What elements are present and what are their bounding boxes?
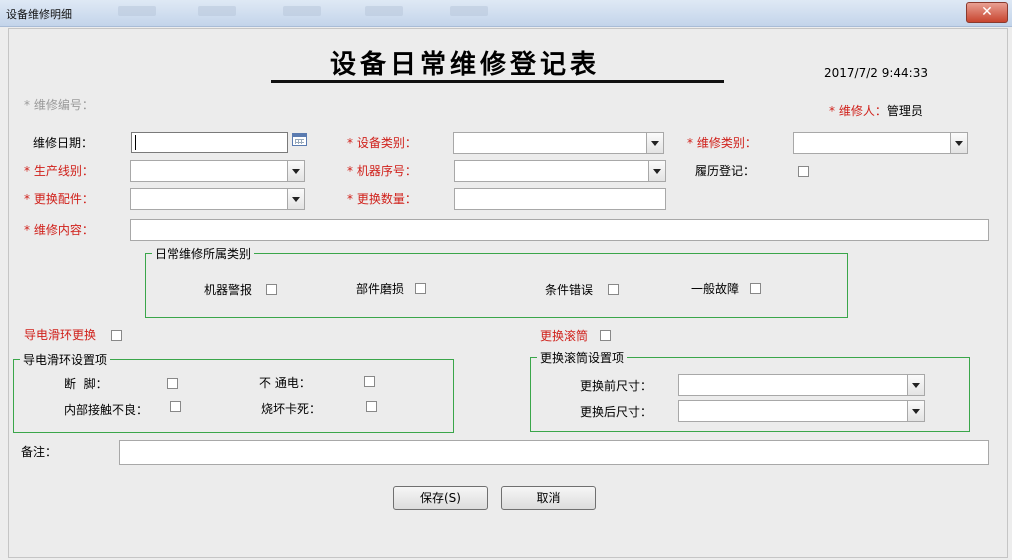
content-label: * 维修内容： — [24, 223, 94, 237]
toolbar-ghost — [198, 6, 236, 16]
repair-date-input[interactable] — [131, 132, 288, 153]
slip-ring-group: 导电滑环设置项 — [13, 351, 454, 433]
chevron-down-icon[interactable] — [950, 133, 967, 153]
roller-toggle-label: 更换滚筒 — [540, 329, 589, 343]
cancel-button[interactable]: 取消 — [501, 486, 596, 510]
calendar-icon[interactable] — [292, 133, 307, 146]
chevron-down-icon[interactable] — [648, 161, 665, 181]
burnt-stuck-checkbox[interactable] — [366, 401, 377, 412]
remark-label: 备注： — [21, 445, 58, 459]
close-icon: ✕ — [981, 4, 993, 20]
remark-input[interactable] — [119, 440, 989, 465]
daily-item-label: 一般故障 — [691, 282, 740, 296]
repair-date-label: 维修日期： — [33, 136, 94, 150]
qty-label: * 更换数量： — [347, 192, 417, 206]
slip-ring-checkbox[interactable] — [111, 330, 122, 341]
daily-item-label: 部件磨损 — [356, 282, 405, 296]
repairer-value: 管理员 — [886, 104, 923, 118]
no-power-checkbox[interactable] — [364, 376, 375, 387]
repairer-label: * 维修人： — [829, 104, 887, 118]
equip-type-label: * 设备类别： — [347, 136, 417, 150]
slip-ring-legend: 导电滑环设置项 — [20, 351, 111, 368]
size-before-select[interactable] — [678, 374, 925, 396]
history-checkbox[interactable] — [798, 166, 809, 177]
close-button[interactable]: ✕ — [966, 2, 1008, 23]
line-label: * 生产线别： — [24, 164, 94, 178]
daily-item-label: 机器警报 — [204, 283, 253, 297]
roller-checkbox[interactable] — [600, 330, 611, 341]
repairer-field: * 维修人：管理员 — [829, 102, 923, 119]
chevron-down-icon[interactable] — [907, 401, 924, 421]
toolbar-ghost — [450, 6, 488, 16]
roller-legend: 更换滚筒设置项 — [537, 349, 628, 366]
condition-error-checkbox[interactable] — [608, 284, 619, 295]
poor-contact-checkbox[interactable] — [170, 401, 181, 412]
chevron-down-icon[interactable] — [287, 189, 304, 209]
history-label: 履历登记： — [695, 164, 756, 178]
window-title: 设备维修明细 — [6, 8, 72, 21]
machine-alarm-checkbox[interactable] — [266, 284, 277, 295]
line-select[interactable] — [130, 160, 305, 182]
repair-type-select[interactable] — [793, 132, 968, 154]
no-power-label: 不 通电： — [259, 376, 311, 390]
save-button[interactable]: 保存(S) — [393, 486, 488, 510]
size-before-label: 更换前尺寸： — [580, 379, 653, 393]
equip-type-select[interactable] — [453, 132, 664, 154]
daily-item-label: 条件错误 — [545, 283, 594, 297]
toolbar-ghost — [365, 6, 403, 16]
burnt-stuck-label: 烧坏卡死： — [261, 402, 322, 416]
size-after-select[interactable] — [678, 400, 925, 422]
chevron-down-icon[interactable] — [287, 161, 304, 181]
toolbar-ghost — [283, 6, 321, 16]
toolbar-ghost — [118, 6, 156, 16]
part-label: * 更换配件： — [24, 192, 94, 206]
chevron-down-icon[interactable] — [646, 133, 663, 153]
part-select[interactable] — [130, 188, 305, 210]
title-bar: 设备维修明细 ✕ — [0, 0, 1012, 27]
broken-pin-checkbox[interactable] — [167, 378, 178, 389]
repair-no-label: * 维修编号： — [24, 98, 94, 112]
text-caret — [135, 135, 136, 150]
qty-input[interactable] — [454, 188, 666, 210]
title-underline — [271, 80, 724, 83]
daily-category-legend: 日常维修所属类别 — [152, 245, 255, 262]
size-after-label: 更换后尺寸： — [580, 405, 653, 419]
form-title: 设备日常维修登记表 — [330, 50, 601, 80]
poor-contact-label: 内部接触不良： — [64, 403, 149, 417]
broken-pin-label: 断 脚： — [64, 377, 108, 391]
machine-no-label: * 机器序号： — [347, 164, 417, 178]
content-input[interactable] — [130, 219, 989, 241]
machine-no-select[interactable] — [454, 160, 666, 182]
slip-ring-toggle-label: 导电滑环更换 — [24, 328, 97, 342]
part-wear-checkbox[interactable] — [415, 283, 426, 294]
repair-type-label: * 维修类别： — [687, 136, 757, 150]
chevron-down-icon[interactable] — [907, 375, 924, 395]
general-fault-checkbox[interactable] — [750, 283, 761, 294]
datetime-display: 2017/7/2 9:44:33 — [824, 66, 928, 80]
